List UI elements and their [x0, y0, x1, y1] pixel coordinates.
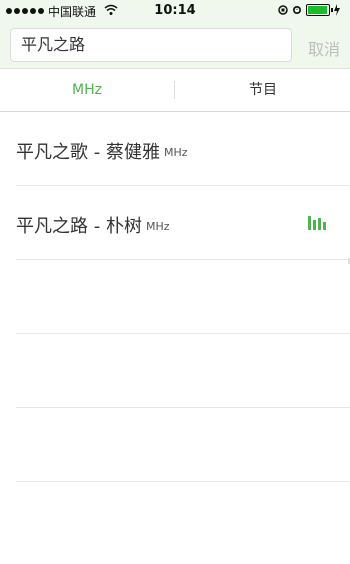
result-title: 平凡之歌 - 蔡健雅 MHz: [16, 138, 188, 164]
eq-bar: [318, 218, 321, 230]
tab-bar: MHz 节目: [0, 69, 350, 112]
result-title-text: 平凡之歌 - 蔡健雅: [16, 142, 160, 163]
tab-mhz[interactable]: MHz: [0, 69, 174, 111]
battery-fill: [308, 6, 327, 14]
status-icons: [278, 4, 340, 16]
list-item[interactable]: 平凡之歌 - 蔡健雅 MHz: [16, 112, 350, 186]
rotation-lock-icon: [278, 5, 288, 15]
list-item[interactable]: 平凡之路 - 朴树 MHz: [16, 186, 350, 260]
phone-screen: 中国联通 10:14 平凡之路 取消 MHz 节目 平凡之歌 - 蔡健雅 MHz…: [0, 0, 350, 564]
eq-bar: [313, 220, 316, 230]
now-playing-icon[interactable]: [308, 216, 326, 230]
result-unit: MHz: [163, 146, 188, 159]
eq-bar: [308, 216, 311, 230]
list-item: [16, 482, 350, 556]
list-item: [16, 260, 350, 334]
list-item: [16, 408, 350, 482]
search-header: 平凡之路 取消: [0, 22, 350, 69]
result-unit: MHz: [145, 220, 170, 233]
eq-bar: [323, 222, 326, 230]
status-bar: 中国联通 10:14: [0, 0, 350, 22]
alarm-icon: [293, 6, 301, 14]
list-item: [16, 334, 350, 408]
charging-icon: [334, 4, 340, 16]
tab-divider: [174, 81, 175, 99]
battery-icon: [306, 4, 333, 16]
search-input[interactable]: 平凡之路: [10, 28, 292, 62]
result-title-text: 平凡之路 - 朴树: [16, 216, 142, 237]
results-list: 平凡之歌 - 蔡健雅 MHz 平凡之路 - 朴树 MHz: [0, 112, 350, 564]
cancel-button[interactable]: 取消: [308, 36, 340, 60]
tab-programs[interactable]: 节目: [176, 69, 350, 111]
result-title: 平凡之路 - 朴树 MHz: [16, 212, 170, 238]
